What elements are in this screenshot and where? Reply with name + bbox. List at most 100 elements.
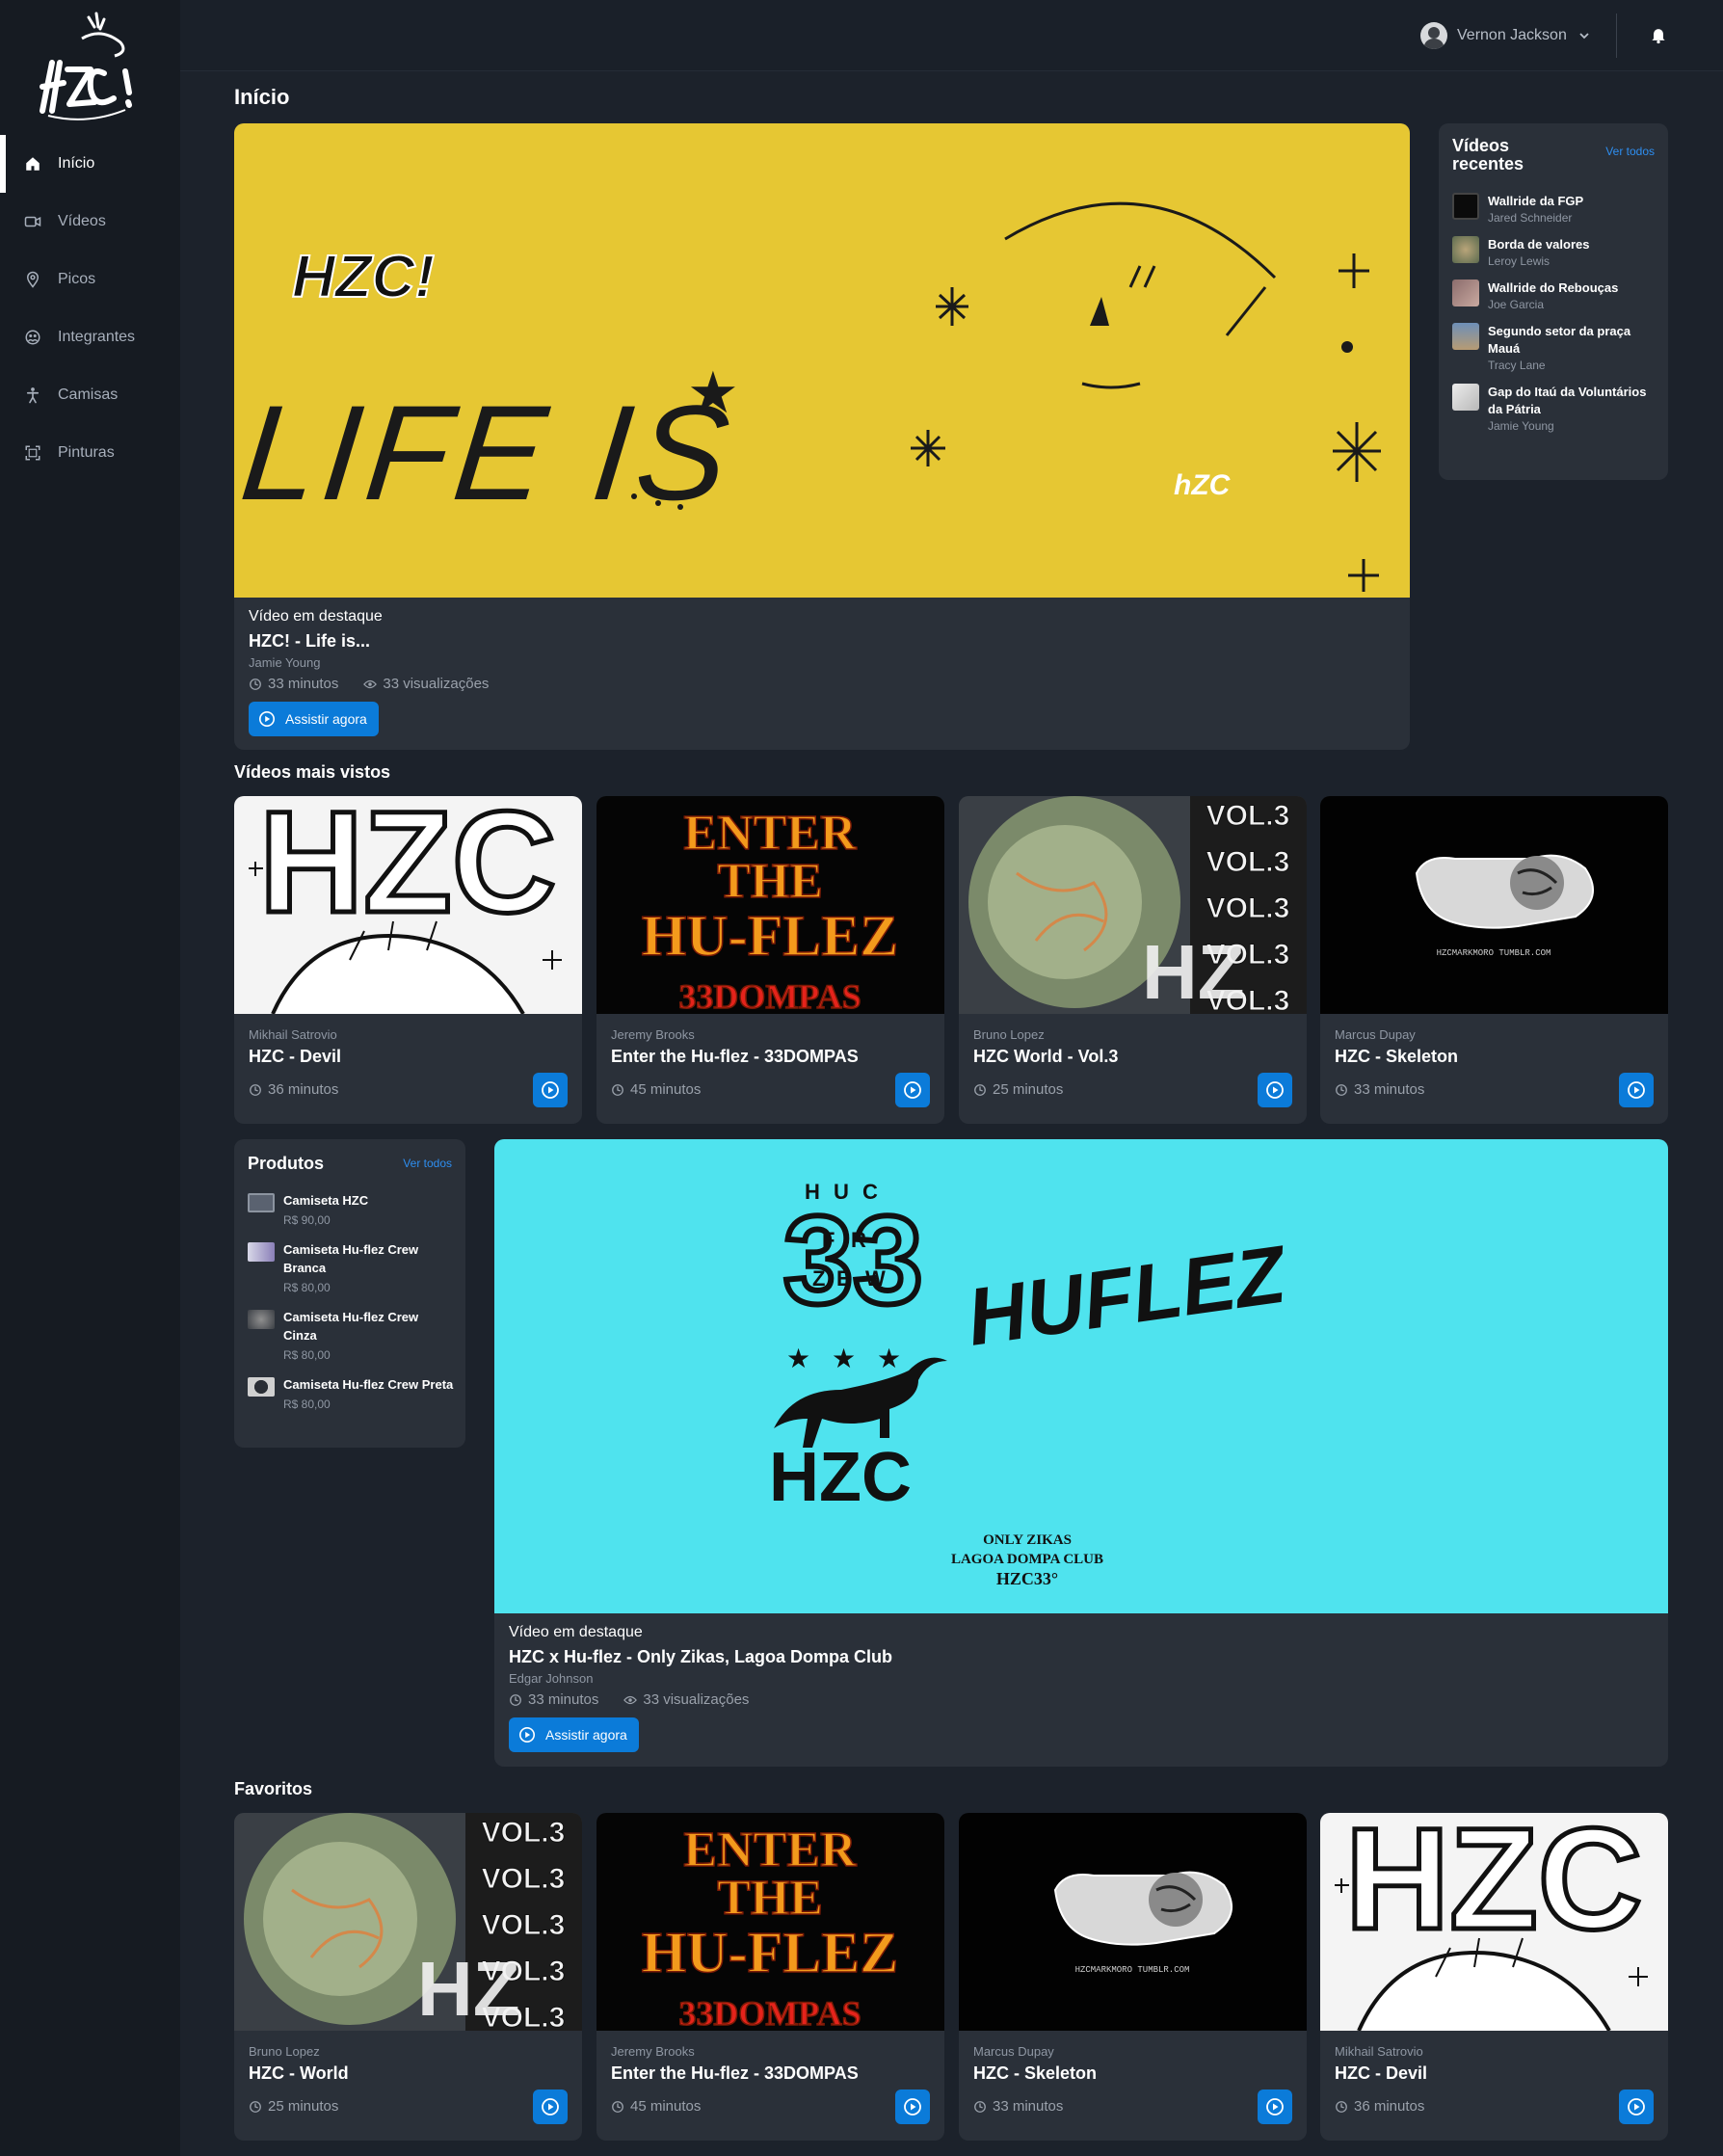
recent-video-author: Tracy Lane bbox=[1488, 359, 1546, 372]
video-title[interactable]: HZC - Devil bbox=[1335, 2063, 1427, 2084]
sidebar-item-label: Vídeos bbox=[58, 213, 106, 229]
video-duration: 25 minutos bbox=[973, 1081, 1063, 1098]
video-card[interactable]: HZCMARKMORO TUMBLR.COM Marcus Dupay HZC … bbox=[959, 1813, 1307, 2141]
product-title: Camiseta Hu-flez Crew Preta bbox=[283, 1377, 454, 1392]
person-icon bbox=[23, 386, 42, 405]
recent-video-item[interactable]: Segundo setor da praça Mauá Tracy Lane bbox=[1452, 323, 1659, 374]
video-thumbnail[interactable]: ENTER THE HU-FLEZ 33DOMPAS bbox=[596, 796, 944, 1014]
play-button[interactable] bbox=[1258, 2089, 1292, 2124]
svg-text:R: R bbox=[851, 1228, 866, 1252]
play-button[interactable] bbox=[895, 1073, 930, 1107]
play-button[interactable] bbox=[533, 2089, 568, 2124]
video-card[interactable]: VOL.3 VOL.3 VOL.3 VOL.3 VOL.3 HZ Bruno Lopez… bbox=[959, 796, 1307, 1124]
sidebar-item-label: Picos bbox=[58, 271, 96, 287]
product-thumb bbox=[248, 1310, 275, 1329]
recent-video-item[interactable]: Wallride do Rebouças Joe Garcia bbox=[1452, 279, 1659, 313]
video-title[interactable]: HZC World - Vol.3 bbox=[973, 1047, 1118, 1067]
most-viewed-title: Vídeos mais vistos bbox=[234, 762, 391, 782]
sidebar-item-videos[interactable]: Vídeos bbox=[0, 193, 180, 251]
svg-text:33DOMPAS: 33DOMPAS bbox=[678, 1994, 861, 2031]
play-button[interactable] bbox=[533, 1073, 568, 1107]
video-card[interactable]: ENTER THE HU-FLEZ 33DOMPAS Jeremy Brooks… bbox=[596, 1813, 944, 2141]
video-thumbnail[interactable]: HZC bbox=[234, 796, 582, 1014]
play-circle-icon bbox=[904, 2098, 921, 2116]
video-card[interactable]: HZC Mikhail Satrovio HZC - Devil 36 minu… bbox=[234, 796, 582, 1124]
sidebar-item-label: Camisas bbox=[58, 386, 119, 403]
video-duration: 25 minutos bbox=[249, 2098, 338, 2115]
video-title[interactable]: HZC - Skeleton bbox=[1335, 1047, 1458, 1067]
svg-text:VOL.3: VOL.3 bbox=[482, 1863, 566, 1895]
hzc-logo[interactable] bbox=[29, 10, 149, 125]
video-thumbnail[interactable]: HZCMARKMORO TUMBLR.COM bbox=[1320, 796, 1668, 1014]
featured-art-text: LIFE IS bbox=[235, 377, 741, 528]
sidebar-item-picos[interactable]: Picos bbox=[0, 251, 180, 308]
svg-text:VOL.3: VOL.3 bbox=[482, 1909, 566, 1941]
video-thumbnail[interactable]: HZCMARKMORO TUMBLR.COM bbox=[959, 1813, 1307, 2031]
featured-thumbnail[interactable]: HZC! LIFE IS ★ hZC bbox=[234, 123, 1410, 598]
clock-icon bbox=[1336, 2100, 1347, 2113]
video-title[interactable]: HZC - Skeleton bbox=[973, 2063, 1097, 2084]
recent-video-author: Jared Schneider bbox=[1488, 211, 1573, 225]
featured-title[interactable]: HZC x Hu-flez - Only Zikas, Lagoa Dompa … bbox=[509, 1647, 892, 1667]
play-circle-icon bbox=[904, 1081, 921, 1099]
play-button[interactable] bbox=[1619, 1073, 1654, 1107]
video-thumbnail[interactable]: VOL.3VOL.3VOL.3VOL.3VOL.3 HZ bbox=[959, 796, 1307, 1014]
svg-text:ENTER: ENTER bbox=[683, 1823, 858, 1877]
video-author: Marcus Dupay bbox=[1335, 1027, 1416, 1042]
svg-text:HZC: HZC bbox=[1345, 1813, 1642, 1959]
product-thumb bbox=[248, 1242, 275, 1262]
featured-thumbnail[interactable]: 33 HUC FR ZEW HUFLEZ ★ ★ ★ HZC ONLY ZIKAS … bbox=[494, 1139, 1668, 1613]
product-item[interactable]: Camiseta HZC R$ 90,00 bbox=[248, 1191, 455, 1231]
featured-author: Edgar Johnson bbox=[509, 1671, 594, 1686]
recent-video-item[interactable]: Wallride da FGP Jared Schneider bbox=[1452, 193, 1659, 226]
video-card[interactable]: VOL.3 VOL.3 VOL.3 VOL.3 VOL.3 HZ Bruno Lopez… bbox=[234, 1813, 582, 2141]
sidebar-item-label: Início bbox=[58, 155, 95, 172]
svg-text:H: H bbox=[805, 1180, 820, 1204]
play-button[interactable] bbox=[1258, 1073, 1292, 1107]
sidebar-item-inicio[interactable]: Início bbox=[0, 135, 180, 193]
svg-text:33DOMPAS: 33DOMPAS bbox=[678, 977, 861, 1014]
bell-icon[interactable] bbox=[1649, 25, 1668, 44]
main-nav: Início Vídeos Picos Integrantes Camisas bbox=[0, 135, 180, 482]
watch-now-button[interactable]: Assistir agora bbox=[249, 702, 379, 736]
video-card[interactable]: HZCMARKMORO TUMBLR.COM Marcus Dupay HZC … bbox=[1320, 796, 1668, 1124]
play-button[interactable] bbox=[1619, 2089, 1654, 2124]
chevron-down-icon bbox=[1579, 33, 1589, 40]
svg-text:E: E bbox=[836, 1266, 851, 1291]
featured-video-card[interactable]: HZC! LIFE IS ★ hZC Vídeo em destaque HZC… bbox=[234, 123, 1410, 750]
user-menu[interactable]: Vernon Jackson bbox=[1420, 21, 1590, 50]
recent-video-title: Borda de valores bbox=[1488, 237, 1590, 252]
featured-title[interactable]: HZC! - Life is... bbox=[249, 631, 514, 652]
video-thumbnail[interactable]: ENTER THE HU-FLEZ 33DOMPAS bbox=[596, 1813, 944, 2031]
product-item[interactable]: Camiseta Hu-flez Crew Cinza R$ 80,00 bbox=[248, 1308, 455, 1366]
sidebar-item-pinturas[interactable]: Pinturas bbox=[0, 424, 180, 482]
recent-video-item[interactable]: Gap do Itaú da Voluntários da Pátria Jami… bbox=[1452, 384, 1659, 435]
video-thumbnail[interactable]: VOL.3VOL.3VOL.3VOL.3VOL.3 HZ bbox=[234, 1813, 582, 2031]
video-thumbnail[interactable]: HZC bbox=[1320, 1813, 1668, 2031]
video-title[interactable]: HZC - World bbox=[249, 2063, 349, 2084]
recent-videos-panel: Vídeos recentes Ver todos Wallride da FG… bbox=[1439, 123, 1668, 480]
video-duration: 45 minutos bbox=[611, 1081, 701, 1098]
video-title[interactable]: Enter the Hu-flez - 33DOMPAS bbox=[611, 2063, 859, 2084]
recent-video-item[interactable]: Borda de valores Leroy Lewis bbox=[1452, 236, 1659, 270]
play-circle-icon bbox=[1266, 2098, 1284, 2116]
recent-video-author: Leroy Lewis bbox=[1488, 254, 1551, 268]
video-author: Jeremy Brooks bbox=[611, 1027, 695, 1042]
svg-text:Z: Z bbox=[812, 1266, 825, 1291]
products-see-all-link[interactable]: Ver todos bbox=[403, 1157, 452, 1170]
featured-video-card[interactable]: 33 HUC FR ZEW HUFLEZ ★ ★ ★ HZC ONLY ZIKAS … bbox=[494, 1139, 1668, 1767]
product-item[interactable]: Camiseta Hu-flez Crew Preta R$ 80,00 bbox=[248, 1375, 455, 1415]
video-card[interactable]: ENTER THE HU-FLEZ 33DOMPAS Jeremy Brooks… bbox=[596, 796, 944, 1124]
svg-text:F: F bbox=[822, 1228, 835, 1252]
recent-see-all-link[interactable]: Ver todos bbox=[1605, 145, 1655, 158]
video-card[interactable]: HZC Mikhail Satrovio HZC - Devil 36 minu… bbox=[1320, 1813, 1668, 2141]
video-author: Marcus Dupay bbox=[973, 2044, 1054, 2059]
product-item[interactable]: Camiseta Hu-flez Crew Branca R$ 80,00 bbox=[248, 1240, 455, 1298]
sidebar-item-integrantes[interactable]: Integrantes bbox=[0, 308, 180, 366]
video-title[interactable]: HZC - Devil bbox=[249, 1047, 341, 1067]
play-button[interactable] bbox=[895, 2089, 930, 2124]
video-title[interactable]: Enter the Hu-flez - 33DOMPAS bbox=[611, 1047, 859, 1067]
sidebar-item-camisas[interactable]: Camisas bbox=[0, 366, 180, 424]
watch-now-button[interactable]: Assistir agora bbox=[509, 1717, 639, 1752]
watch-now-label: Assistir agora bbox=[545, 1727, 627, 1743]
